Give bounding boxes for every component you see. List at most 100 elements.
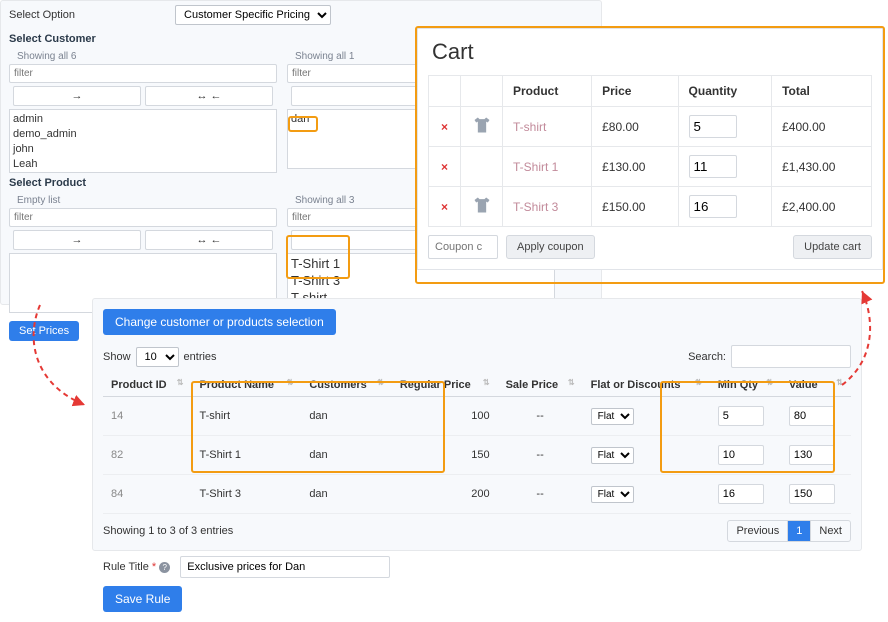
qty-cell bbox=[678, 107, 772, 147]
name-cell: T-Shirt 3 bbox=[191, 475, 301, 514]
qty-cell bbox=[678, 187, 772, 227]
qty-input[interactable] bbox=[689, 195, 737, 218]
entries-label: entries bbox=[184, 351, 217, 363]
sort-icon: ⇅ bbox=[177, 379, 184, 387]
remove-icon[interactable]: × bbox=[429, 187, 461, 227]
product-link[interactable]: T-shirt bbox=[503, 107, 592, 147]
col-cust[interactable]: Customers⇅ bbox=[301, 374, 392, 397]
cust-cell: dan bbox=[301, 397, 392, 436]
save-rule-button[interactable]: Save Rule bbox=[103, 586, 182, 612]
val-input[interactable] bbox=[789, 484, 835, 504]
apply-coupon-button[interactable]: Apply coupon bbox=[506, 235, 595, 259]
customers-left-list[interactable]: admin demo_admin john Leah Minato Taylor bbox=[9, 109, 277, 173]
product-link[interactable]: T-Shirt 3 bbox=[503, 187, 592, 227]
customer-filter-left[interactable] bbox=[9, 64, 277, 83]
move-right-icon[interactable]: → bbox=[13, 230, 141, 250]
min-input[interactable] bbox=[718, 406, 764, 426]
prev-page-button[interactable]: Previous bbox=[728, 521, 788, 541]
coupon-input[interactable] bbox=[428, 235, 498, 259]
id-cell: 82 bbox=[103, 436, 191, 475]
remove-icon[interactable]: × bbox=[429, 147, 461, 187]
pricing-panel: Change customer or products selection Sh… bbox=[92, 298, 862, 551]
total-cell: £2,400.00 bbox=[772, 187, 872, 227]
entries-select[interactable]: 10 bbox=[136, 347, 179, 367]
page-1-button[interactable]: 1 bbox=[788, 521, 811, 541]
total-cell: £1,430.00 bbox=[772, 147, 872, 187]
min-cell bbox=[710, 436, 781, 475]
total-cell: £400.00 bbox=[772, 107, 872, 147]
list-item[interactable]: john bbox=[13, 142, 273, 157]
remove-icon[interactable]: × bbox=[429, 107, 461, 147]
set-prices-button[interactable]: Set Prices bbox=[9, 321, 79, 341]
flat-cell: Flat bbox=[583, 475, 710, 514]
pricing-table: Product ID⇅ Product Name⇅ Customers⇅ Reg… bbox=[103, 374, 851, 514]
search-input[interactable] bbox=[731, 345, 851, 368]
val-cell bbox=[781, 475, 851, 514]
empty-list: Empty list bbox=[9, 193, 277, 208]
val-input[interactable] bbox=[789, 445, 835, 465]
price-cell: £150.00 bbox=[592, 187, 678, 227]
col-total: Total bbox=[772, 76, 872, 107]
search-label: Search: bbox=[688, 351, 726, 363]
help-icon[interactable]: ? bbox=[159, 562, 170, 573]
col-val[interactable]: Value⇅ bbox=[781, 374, 851, 397]
move-right-icon[interactable]: → bbox=[13, 86, 141, 106]
next-page-button[interactable]: Next bbox=[811, 521, 850, 541]
rule-title-input[interactable] bbox=[180, 556, 390, 578]
list-item[interactable]: Leah bbox=[13, 157, 273, 172]
pagination: Previous 1 Next bbox=[727, 520, 851, 542]
move-swap-icon[interactable]: ↔ ← bbox=[145, 86, 273, 106]
col-min[interactable]: Min Qty⇅ bbox=[710, 374, 781, 397]
col-price: Price bbox=[592, 76, 678, 107]
list-item[interactable]: demo_admin bbox=[13, 127, 273, 142]
showing-entries: Showing 1 to 3 of 3 entries bbox=[103, 525, 233, 537]
list-item[interactable]: Minato bbox=[13, 171, 273, 173]
update-cart-button[interactable]: Update cart bbox=[793, 235, 872, 259]
flat-select[interactable]: Flat bbox=[591, 486, 634, 503]
flat-select[interactable]: Flat bbox=[591, 447, 634, 464]
col-reg[interactable]: Regular Price⇅ bbox=[392, 374, 498, 397]
cust-cell: dan bbox=[301, 436, 392, 475]
change-selection-button[interactable]: Change customer or products selection bbox=[103, 309, 336, 335]
min-input[interactable] bbox=[718, 445, 764, 465]
cart-row: × T-Shirt 3£150.00 £2,400.00 bbox=[429, 187, 872, 227]
select-option-label: Select Option bbox=[9, 9, 75, 21]
move-swap-icon[interactable]: ↔ ← bbox=[145, 230, 273, 250]
min-cell bbox=[710, 397, 781, 436]
sale-cell: -- bbox=[498, 397, 583, 436]
sort-icon: ⇅ bbox=[695, 379, 702, 387]
val-input[interactable] bbox=[789, 406, 835, 426]
qty-input[interactable] bbox=[689, 115, 737, 138]
col-id[interactable]: Product ID⇅ bbox=[103, 374, 191, 397]
show-label: Show bbox=[103, 351, 131, 363]
table-row: 14T-shirtdan100--Flat bbox=[103, 397, 851, 436]
rule-title-label: Rule Title * ? bbox=[103, 561, 170, 573]
cart-table: Product Price Quantity Total ×T-shirt£80… bbox=[428, 75, 872, 227]
product-link[interactable]: T-Shirt 1 bbox=[503, 147, 592, 187]
option-select[interactable]: Customer Specific Pricing bbox=[175, 5, 331, 25]
sort-icon: ⇅ bbox=[766, 379, 773, 387]
col-sale[interactable]: Sale Price⇅ bbox=[498, 374, 583, 397]
cust-cell: dan bbox=[301, 475, 392, 514]
list-item[interactable]: admin bbox=[13, 112, 273, 127]
flat-cell: Flat bbox=[583, 436, 710, 475]
table-row: 84T-Shirt 3dan200--Flat bbox=[103, 475, 851, 514]
min-input[interactable] bbox=[718, 484, 764, 504]
table-row: 82T-Shirt 1dan150-- Flat bbox=[103, 436, 851, 475]
name-cell: T-Shirt 1 bbox=[191, 436, 301, 475]
cart-row: ×T-Shirt 1£130.00£1,430.00 bbox=[429, 147, 872, 187]
reg-cell: 100 bbox=[392, 397, 498, 436]
reg-cell: 150 bbox=[392, 436, 498, 475]
sale-cell: -- bbox=[498, 436, 583, 475]
qty-input[interactable] bbox=[689, 155, 737, 178]
id-cell: 84 bbox=[103, 475, 191, 514]
product-image bbox=[461, 187, 503, 227]
flat-select[interactable]: Flat bbox=[591, 408, 634, 425]
product-filter-left[interactable] bbox=[9, 208, 277, 227]
price-cell: £80.00 bbox=[592, 107, 678, 147]
list-item[interactable]: T-Shirt 3 bbox=[291, 273, 551, 290]
val-cell bbox=[781, 436, 851, 475]
name-cell: T-shirt bbox=[191, 397, 301, 436]
col-name[interactable]: Product Name⇅ bbox=[191, 374, 301, 397]
col-flat[interactable]: Flat or Discounts⇅ bbox=[583, 374, 710, 397]
